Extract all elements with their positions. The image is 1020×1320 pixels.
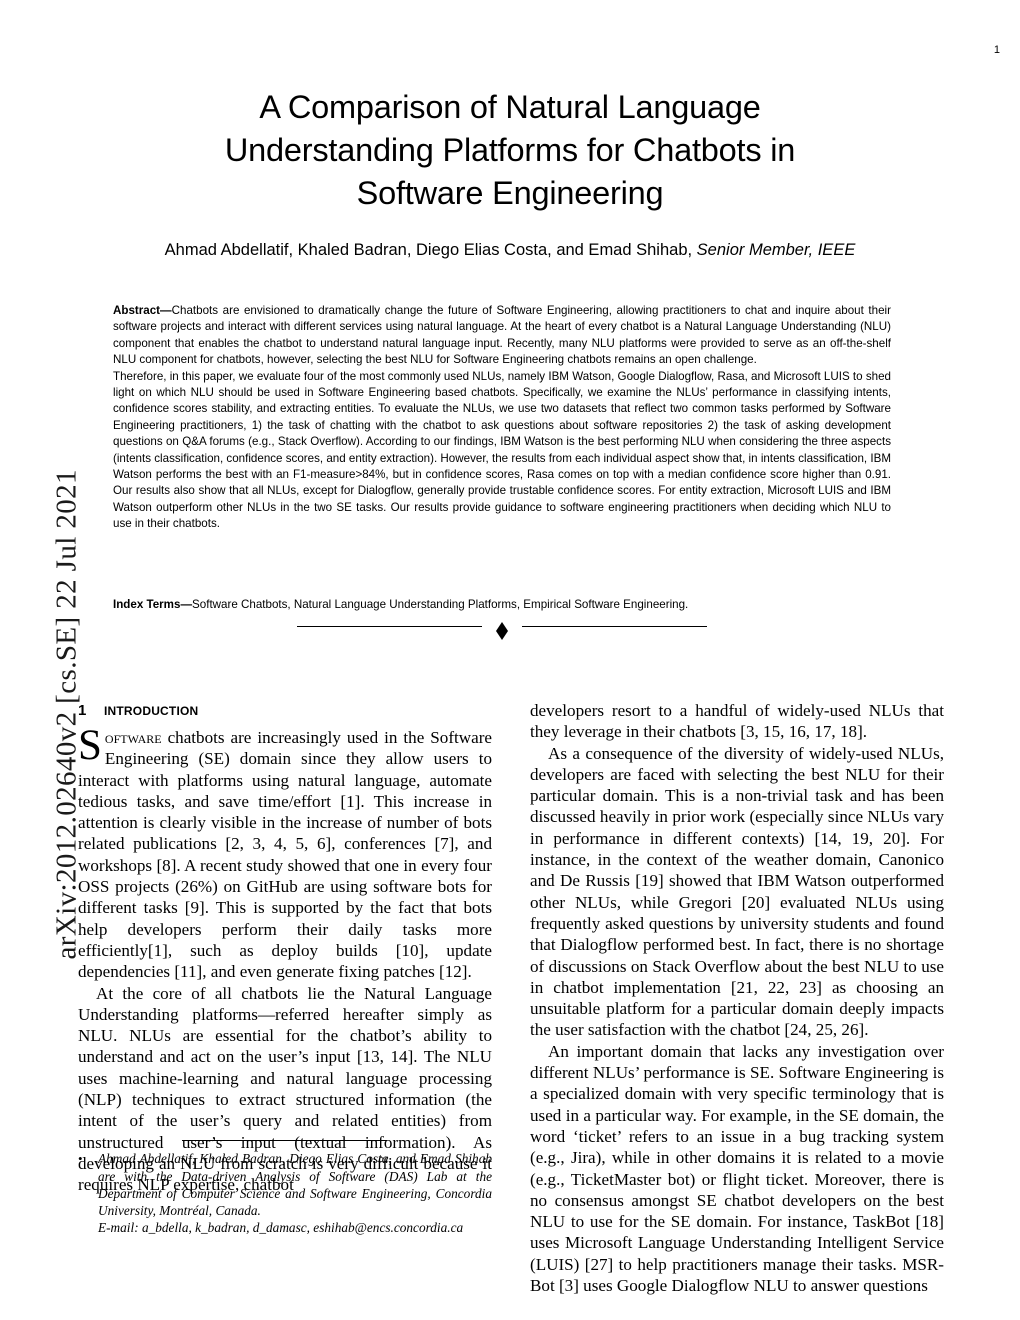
index-terms-label: Index Terms— — [113, 598, 193, 611]
footnote-text: Ahmad Abdellatif, Khaled Badran, Diego E… — [98, 1150, 492, 1236]
section-number: 1 — [78, 702, 87, 719]
abstract-label: Abstract— — [113, 304, 172, 317]
divider-line-right — [522, 625, 707, 628]
footnote-area: • Ahmad Abdellatif, Khaled Badran, Diego… — [78, 1140, 492, 1236]
divider-line-left — [297, 625, 482, 628]
abstract-text-1: Chatbots are envisioned to dramatically … — [113, 304, 891, 367]
section-title: Introduction — [104, 700, 199, 719]
right-paragraph-1: developers resort to a handful of widely… — [530, 701, 944, 742]
abstract-paragraph-1: Abstract—Chatbots are envisioned to dram… — [113, 303, 891, 369]
right-column: developers resort to a handful of widely… — [530, 700, 944, 1300]
section-heading-introduction: 1 Introduction — [78, 700, 492, 720]
index-terms-section: Index Terms—Software Chatbots, Natural L… — [113, 597, 891, 613]
bullet-icon: • — [78, 1151, 83, 1167]
author-membership: Senior Member, IEEE — [696, 241, 856, 259]
author-list: Ahmad Abdellatif, Khaled Badran, Diego E… — [0, 215, 1020, 260]
page-title: A Comparison of Natural Language Underst… — [224, 89, 796, 211]
footnote-email: E-mail: a_bdella, k_badran, d_damasc, es… — [98, 1220, 464, 1236]
abstract-section: Abstract—Chatbots are envisioned to dram… — [113, 303, 891, 533]
section-divider — [113, 622, 891, 640]
footnote-rule — [182, 1140, 387, 1142]
paper-page: arXiv:2012.02640v2 [cs.SE] 22 Jul 2021 1… — [0, 0, 1020, 1320]
intro-paragraph-1: Software chatbots are increasingly used … — [78, 722, 492, 983]
intro-paragraph-1-text: chatbots are increasingly used in the So… — [78, 728, 492, 982]
footnote-item: • Ahmad Abdellatif, Khaled Badran, Diego… — [78, 1150, 492, 1236]
drop-cap: S — [78, 722, 102, 769]
index-terms-text: Software Chatbots, Natural Language Unde… — [192, 598, 689, 611]
right-paragraph-3: An important domain that lacks any inves… — [530, 1041, 944, 1296]
abstract-paragraph-2: Therefore, in this paper, we evaluate fo… — [113, 369, 891, 531]
diamond-icon — [496, 622, 508, 640]
footnote-affiliation: Ahmad Abdellatif, Khaled Badran, Diego E… — [98, 1151, 492, 1218]
paper-header: A Comparison of Natural Language Underst… — [0, 0, 1020, 260]
author-names: Ahmad Abdellatif, Khaled Badran, Diego E… — [164, 241, 697, 259]
intro-smallcaps-word: oftware — [104, 728, 162, 747]
right-paragraph-2: As a consequence of the diversity of wid… — [530, 743, 944, 1040]
